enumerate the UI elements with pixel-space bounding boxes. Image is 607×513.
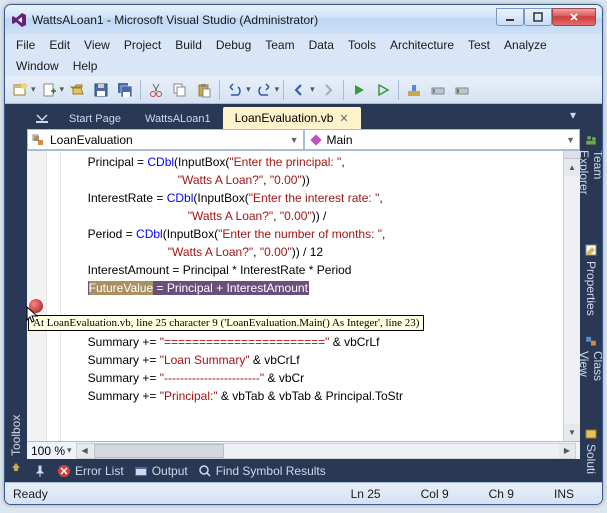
close-button[interactable] (552, 8, 596, 26)
properties-tab[interactable]: Properties (582, 239, 600, 320)
vertical-scrollbar[interactable]: ▲ ▼ (563, 151, 580, 441)
scroll-up-button[interactable]: ▲ (564, 159, 580, 176)
dropdown-icon[interactable]: ▾ (31, 84, 36, 95)
class-combo[interactable]: LoanEvaluation▼ (27, 129, 304, 150)
dropdown-icon[interactable]: ▾ (310, 84, 315, 95)
redo-button[interactable] (253, 79, 275, 101)
menu-edit[interactable]: Edit (42, 36, 77, 54)
save-all-button[interactable] (114, 79, 136, 101)
window-title: WattsALoan1 - Microsoft Visual Studio (A… (32, 13, 496, 27)
status-line: Ln 25 (351, 487, 381, 501)
menu-analyze[interactable]: Analyze (497, 36, 554, 54)
output-tab[interactable]: Output (134, 464, 188, 478)
close-tab-icon[interactable]: ✕ (339, 112, 348, 125)
class-view-tab[interactable]: Class View (582, 330, 600, 412)
menu-team[interactable]: Team (258, 36, 301, 54)
horizontal-scrollbar[interactable]: ◀▶ (76, 443, 576, 459)
status-ready: Ready (13, 487, 351, 501)
menu-file[interactable]: File (9, 36, 42, 54)
breakpoint-icon[interactable] (29, 299, 43, 313)
tab-wattsaloan1[interactable]: WattsALoan1 (133, 109, 223, 129)
code-editor[interactable]: Principal = CDbl(InputBox("Enter the pri… (27, 151, 580, 441)
open-button[interactable] (66, 79, 88, 101)
right-dock: Team Explorer Properties Class View Solu… (580, 104, 602, 482)
dropdown-icon[interactable]: ▼ (290, 135, 299, 145)
error-list-tab[interactable]: Error List (57, 464, 124, 478)
vs-window: WattsALoan1 - Microsoft Visual Studio (A… (4, 4, 603, 505)
scroll-thumb[interactable] (94, 444, 224, 458)
menu-architecture[interactable]: Architecture (383, 36, 461, 54)
menu-build[interactable]: Build (168, 36, 209, 54)
scroll-right-button[interactable]: ▶ (559, 444, 575, 458)
menu-tools[interactable]: Tools (341, 36, 383, 54)
menu-window[interactable]: Window (9, 57, 66, 75)
code-area[interactable]: Principal = CDbl(InputBox("Enter the pri… (61, 151, 563, 441)
status-ch: Ch 9 (489, 487, 514, 501)
minimize-button[interactable] (496, 8, 524, 26)
class-icon (32, 133, 46, 147)
breakpoint-tooltip: At LoanEvaluation.vb, line 25 character … (28, 315, 424, 331)
scroll-left-button[interactable]: ◀ (77, 444, 93, 458)
menu-help[interactable]: Help (66, 57, 105, 75)
dropdown-icon[interactable]: ▾ (67, 445, 72, 456)
navigation-combos: LoanEvaluation▼ Main▼ (27, 129, 580, 151)
zoom-bar: 100 %▾ ◀▶ (27, 441, 580, 459)
status-col: Col 9 (421, 487, 449, 501)
paste-button[interactable] (193, 79, 215, 101)
save-button[interactable] (90, 79, 112, 101)
menu-test[interactable]: Test (461, 36, 497, 54)
titlebar[interactable]: WattsALoan1 - Microsoft Visual Studio (A… (5, 5, 602, 34)
splitter-handle[interactable] (564, 151, 580, 159)
zoom-level[interactable]: 100 % (31, 444, 65, 458)
nav-back-button[interactable] (288, 79, 310, 101)
find-symbol-tab[interactable]: Find Symbol Results (198, 464, 326, 478)
tab-overflow-icon[interactable]: ▾ (570, 108, 576, 122)
left-dock: Toolbox (5, 104, 27, 482)
menu-view[interactable]: View (77, 36, 117, 54)
find-button[interactable] (403, 79, 425, 101)
status-bar: Ready Ln 25 Col 9 Ch 9 INS (5, 482, 602, 504)
add-item-button[interactable] (38, 79, 60, 101)
menu-project[interactable]: Project (117, 36, 168, 54)
dropdown-icon[interactable]: ▾ (275, 84, 280, 95)
cut-button[interactable] (145, 79, 167, 101)
dropdown-icon[interactable]: ▾ (60, 84, 65, 95)
menu-bar: File Edit View Project Build Debug Team … (5, 34, 602, 56)
nav-dropdown-icon[interactable] (31, 107, 53, 129)
status-ins: INS (554, 487, 574, 501)
toolbox-tab[interactable]: Toolbox (7, 411, 25, 478)
config-button[interactable] (427, 79, 449, 101)
nav-fwd-button[interactable] (317, 79, 339, 101)
dropdown-icon[interactable]: ▾ (246, 84, 251, 95)
pin-icon[interactable] (33, 464, 47, 478)
start-button[interactable] (348, 79, 370, 101)
team-explorer-tab[interactable]: Team Explorer (582, 129, 600, 229)
bottom-tool-tabs: Error List Output Find Symbol Results (27, 459, 580, 482)
menu-debug[interactable]: Debug (209, 36, 258, 54)
vs-icon (11, 12, 27, 28)
undo-button[interactable] (224, 79, 246, 101)
breakpoint-margin[interactable] (27, 151, 47, 441)
scroll-down-button[interactable]: ▼ (564, 424, 580, 441)
copy-button[interactable] (169, 79, 191, 101)
step-into-button[interactable] (372, 79, 394, 101)
document-tabs: Start Page WattsALoan1 LoanEvaluation.vb… (27, 104, 580, 129)
method-icon (309, 133, 323, 147)
outlining-margin[interactable] (47, 151, 61, 441)
solution-explorer-tab[interactable]: Soluti (582, 422, 600, 478)
tab-loanevaluation[interactable]: LoanEvaluation.vb✕ (223, 107, 361, 129)
new-project-button[interactable] (9, 79, 31, 101)
toolbar: ▾ ▾ ▾ ▾ ▾ (5, 76, 602, 104)
tab-start-page[interactable]: Start Page (57, 109, 133, 129)
menu-data[interactable]: Data (302, 36, 341, 54)
dropdown-icon[interactable]: ▼ (566, 135, 575, 145)
comment-button[interactable] (451, 79, 473, 101)
member-combo[interactable]: Main▼ (304, 129, 581, 150)
maximize-button[interactable] (524, 8, 552, 26)
menu-bar-2: Window Help (5, 56, 602, 76)
